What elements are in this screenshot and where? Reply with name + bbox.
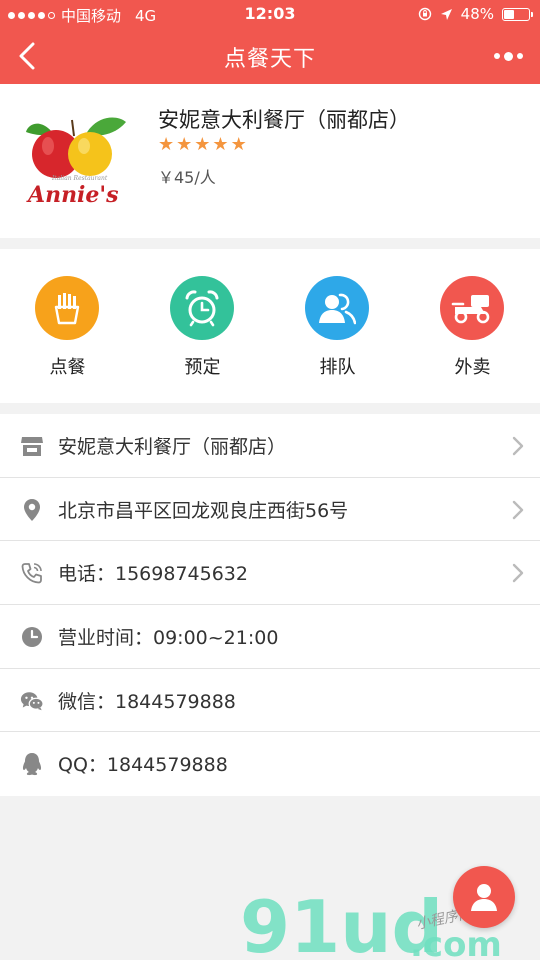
clock-icon xyxy=(22,627,42,648)
wechat-icon xyxy=(20,691,44,710)
battery-percent: 48% xyxy=(460,5,494,23)
restaurant-logo: Italian Restaurant Annie's xyxy=(26,117,126,208)
row-text: 营业时间：09:00~21:00 xyxy=(58,627,279,650)
more-dot-icon xyxy=(516,53,523,59)
restaurant-header: Italian Restaurant Annie's 安妮意大利餐厅（丽都店） … xyxy=(0,84,540,238)
service-label: 预定 xyxy=(184,357,221,378)
row-text: 安妮意大利餐厅（丽都店） xyxy=(58,436,287,458)
row-icon xyxy=(20,498,44,522)
service-icon-bg xyxy=(35,276,99,340)
service-icon-bg xyxy=(170,276,234,340)
scooter-icon xyxy=(451,295,490,324)
nav-bar: 点餐天下 xyxy=(0,28,540,84)
price-per-person: ￥45/人 xyxy=(158,168,216,187)
alarm-clock-icon xyxy=(185,290,219,327)
user-icon xyxy=(471,884,497,911)
battery-icon xyxy=(502,7,533,21)
info-row-wechat: 微信：1844579888 xyxy=(0,669,540,733)
service-icon-bg xyxy=(440,276,504,340)
chevron-right-icon xyxy=(512,564,524,583)
service-queue[interactable]: 排队 xyxy=(270,249,405,403)
status-right: 48% xyxy=(418,5,533,23)
orientation-lock-icon xyxy=(418,7,431,21)
service-reserve[interactable]: 预定 xyxy=(135,249,270,403)
people-icon xyxy=(319,293,356,325)
row-icon xyxy=(20,561,44,585)
row-icon xyxy=(20,689,44,713)
star-icon: ★ xyxy=(230,134,247,155)
profile-fab-button[interactable] xyxy=(453,866,515,928)
status-bar: 中国移动 4G 12:03 48% xyxy=(0,0,540,28)
row-text: QQ：1844579888 xyxy=(58,754,228,777)
row-icon xyxy=(20,434,44,458)
info-row-hours: 营业时间：09:00~21:00 xyxy=(0,605,540,669)
rating-stars: ★ ★ ★ ★ ★ xyxy=(158,134,247,155)
info-list: 安妮意大利餐厅（丽都店） 北京市昌平区回龙观良庄西街56号 电话：1569874… xyxy=(0,414,540,797)
service-label: 点餐 xyxy=(49,357,86,378)
star-icon: ★ xyxy=(176,134,193,155)
phone-icon xyxy=(21,563,42,584)
chevron-right-icon xyxy=(512,436,524,456)
store-icon xyxy=(21,437,43,456)
location-arrow-icon xyxy=(440,8,452,20)
service-delivery[interactable]: 外卖 xyxy=(405,249,540,403)
star-icon: ★ xyxy=(158,134,175,155)
location-pin-icon xyxy=(24,498,40,521)
svg-text:Italian Restaurant: Italian Restaurant xyxy=(51,175,108,182)
info-row-address[interactable]: 北京市昌平区回龙观良庄西街56号 xyxy=(0,478,540,542)
top-bar: 中国移动 4G 12:03 48% 点餐天下 xyxy=(0,0,540,84)
fries-icon xyxy=(54,293,80,325)
row-text: 电话：15698745632 xyxy=(58,563,248,586)
service-icon-bg xyxy=(305,276,369,340)
service-grid: 点餐 预定 排队 外卖 xyxy=(0,249,540,403)
star-icon: ★ xyxy=(212,134,229,155)
service-order[interactable]: 点餐 xyxy=(0,249,135,403)
row-icon xyxy=(20,752,44,776)
row-text: 北京市昌平区回龙观良庄西街56号 xyxy=(58,499,349,522)
more-button[interactable] xyxy=(488,42,528,70)
row-icon xyxy=(20,625,44,649)
qq-icon xyxy=(22,753,42,776)
chevron-right-icon xyxy=(512,500,524,519)
info-row-qq: QQ：1844579888 xyxy=(0,732,540,796)
restaurant-name: 安妮意大利餐厅（丽都店） xyxy=(158,108,410,132)
star-icon: ★ xyxy=(194,134,211,155)
service-label: 外卖 xyxy=(454,357,491,378)
battery-fill xyxy=(504,9,515,19)
info-row-store[interactable]: 安妮意大利餐厅（丽都店） xyxy=(0,414,540,478)
row-text: 微信：1844579888 xyxy=(58,690,236,713)
restaurant-detail-page: 中国移动 4G 12:03 48% 点餐天下 Italian Restauran… xyxy=(0,0,540,960)
logo-text: Annie's xyxy=(26,182,119,208)
more-dot-icon xyxy=(493,53,500,59)
info-row-phone[interactable]: 电话：15698745632 xyxy=(0,541,540,606)
page-title: 点餐天下 xyxy=(223,47,316,72)
more-dot-icon xyxy=(503,51,513,61)
service-label: 排队 xyxy=(319,357,356,378)
